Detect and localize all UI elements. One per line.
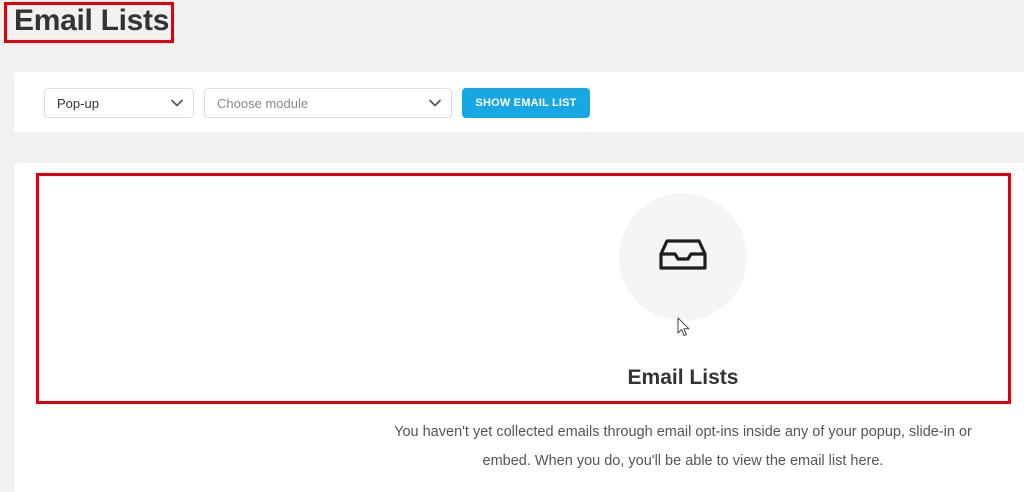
module-select-placeholder: Choose module xyxy=(217,95,309,111)
module-type-select[interactable]: Pop-up xyxy=(44,88,194,118)
email-lists-page: Email Lists Pop-up Choose module SHOW EM… xyxy=(0,0,1024,492)
filter-bar: Pop-up Choose module SHOW EMAIL LIST xyxy=(14,72,1024,132)
title-highlight-box xyxy=(4,2,174,43)
empty-state-description: You haven't yet collected emails through… xyxy=(394,424,972,469)
chevron-down-icon xyxy=(429,99,441,107)
content-highlight-box xyxy=(36,173,1011,404)
chevron-down-icon xyxy=(171,99,183,107)
module-select[interactable]: Choose module xyxy=(204,88,452,118)
show-email-list-button[interactable]: SHOW EMAIL LIST xyxy=(462,88,590,118)
module-type-selected-value: Pop-up xyxy=(57,95,99,111)
